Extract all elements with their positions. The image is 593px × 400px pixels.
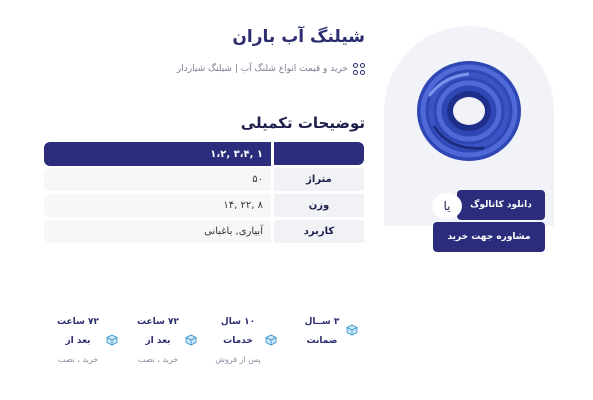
- specs-section-title: توضیحات تکمیلی: [240, 114, 365, 132]
- cube-icon: [265, 334, 277, 346]
- feature-subtitle: ضمانت: [306, 336, 338, 346]
- feature-note: خرید ، نصب: [137, 355, 179, 364]
- feature-subtitle: خدمات: [223, 336, 253, 346]
- feature-after-sales: ۱۰ سال خدمات پس از فروش: [202, 317, 274, 364]
- cube-icon: [346, 324, 358, 336]
- grid-dots-icon: [353, 63, 365, 75]
- feature-subtitle: بعد از: [65, 336, 91, 346]
- specs-header-row: ۱ ,۳،۴ ,۱،۲: [44, 142, 364, 166]
- feature-title: ۱۰ سال: [220, 317, 256, 327]
- breadcrumb-text[interactable]: خرید و قیمت انواع شلنگ آب | شیلنگ شیاردا…: [177, 64, 348, 74]
- spec-row-usage: کاربرد آبیاری, باغبانی: [44, 220, 364, 243]
- feature-title: ۷۲ ساعت: [136, 317, 180, 327]
- spec-key: کاربرد: [274, 220, 364, 243]
- cube-icon: [185, 334, 197, 346]
- specs-table: ۱ ,۳،۴ ,۱،۲ متراژ ۵۰ وزن ۸ ,۲۲ ,۱۴ کاربر…: [44, 142, 364, 246]
- breadcrumb: خرید و قیمت انواع شلنگ آب | شیلنگ شیاردا…: [177, 63, 365, 75]
- feature-title: ۷۲ ساعت: [56, 317, 100, 327]
- specs-header-key: [274, 142, 364, 165]
- feature-delivery-2: ۷۲ ساعت بعد از خرید ، نصب: [42, 317, 114, 364]
- spec-row-length: متراژ ۵۰: [44, 168, 364, 191]
- feature-note: خرید ، نصب: [57, 355, 99, 364]
- page-title: شیلنگ آب باران: [232, 27, 365, 47]
- download-catalog-button[interactable]: دانلود کاتالوگ: [457, 190, 545, 220]
- feature-note: پس از فروش: [215, 355, 261, 364]
- spec-value: ۵۰: [44, 168, 271, 191]
- spec-value: ۸ ,۲۲ ,۱۴: [44, 194, 271, 217]
- spec-key: متراژ: [274, 168, 364, 191]
- feature-subtitle: بعد از: [145, 336, 171, 346]
- feature-delivery-1: ۷۲ ساعت بعد از خرید ، نصب: [122, 317, 194, 364]
- spec-row-weight: وزن ۸ ,۲۲ ,۱۴: [44, 194, 364, 217]
- spec-value: آبیاری, باغبانی: [44, 220, 271, 243]
- consult-purchase-button[interactable]: مشاوره جهت خرید: [433, 222, 545, 252]
- cube-icon: [106, 334, 118, 346]
- specs-header-value: ۱ ,۳،۴ ,۱،۲: [44, 142, 271, 166]
- or-label: یا: [432, 193, 462, 219]
- spec-key: وزن: [274, 194, 364, 217]
- product-image: [417, 61, 521, 161]
